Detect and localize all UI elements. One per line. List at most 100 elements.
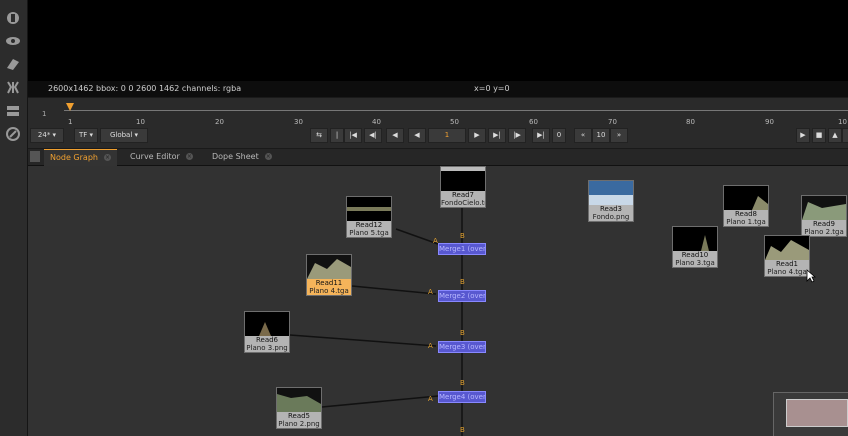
play-backward-icon[interactable]: ◀ (408, 128, 426, 143)
node-name: Read10 (681, 251, 709, 259)
timeline-ruler[interactable] (64, 110, 848, 111)
tick-label: 60 (529, 118, 538, 126)
scope-select[interactable]: Global ▾ (100, 128, 148, 143)
edge-button-icon[interactable] (842, 128, 848, 143)
close-icon[interactable]: × (185, 153, 193, 160)
tick-label: 10 (838, 118, 847, 126)
eye-tool-icon[interactable] (5, 33, 21, 49)
skip-back-icon[interactable]: « (574, 128, 592, 143)
timeline-bar: 1 1 10 20 30 40 50 60 70 80 90 10 24* ▾ … (28, 98, 848, 148)
thumbnail-image (724, 186, 768, 210)
read-node-read3[interactable]: Read3 Fondo.png (588, 180, 634, 222)
thumbnail-image (673, 227, 717, 251)
tick-label: 1 (68, 118, 73, 126)
playhead-marker[interactable] (66, 103, 74, 111)
input-pin-b[interactable]: B (460, 329, 465, 337)
node-name: Read1 (775, 260, 799, 268)
tick-label: 90 (765, 118, 774, 126)
input-pin-a[interactable]: A (428, 288, 433, 296)
node-file: Plano 1.tga (726, 218, 766, 226)
filter-tool-icon[interactable] (5, 126, 21, 142)
channel-tool-icon[interactable] (5, 79, 21, 95)
skip-amount-field[interactable]: 10 (592, 128, 610, 143)
next-keyframe-icon[interactable]: |▶ (508, 128, 526, 143)
node-name: Read8 (734, 210, 758, 218)
node-graph-canvas[interactable]: Read7 FondoCielo.tga Read12 Plano 5.tga … (28, 166, 848, 436)
node-name: Read5 (287, 412, 311, 420)
input-pin-a[interactable]: A (428, 395, 433, 403)
close-icon[interactable]: × (103, 154, 111, 161)
image-format-info: 2600x1462 bbox: 0 0 2600 1462 channels: … (48, 84, 242, 93)
thumbnail-image (347, 197, 391, 221)
panel-menu-icon[interactable] (30, 151, 40, 162)
node-file: Plano 4.tga (309, 287, 349, 295)
paint-tool-icon[interactable] (5, 56, 21, 72)
loop-mode-icon[interactable]: ⇆ (310, 128, 328, 143)
prev-keyframe-icon[interactable]: ◀| (364, 128, 382, 143)
thumbnail-image (802, 196, 846, 220)
tab-label: Curve Editor (130, 152, 180, 161)
read-node-read11[interactable]: Read11 Plano 4.tga (306, 254, 352, 296)
fps-value: 24* (37, 131, 51, 139)
read-node-read1[interactable]: Read1 Plano 4.tga (764, 235, 810, 277)
thumbnail-image (441, 167, 485, 191)
input-pin-b[interactable]: B (460, 426, 465, 434)
step-back-icon[interactable]: ◀ (386, 128, 404, 143)
play-forward-icon[interactable]: ▶ (468, 128, 486, 143)
close-icon[interactable]: × (264, 153, 272, 160)
merge-node-merge1[interactable]: Merge1 (over) (438, 243, 486, 255)
read-node-read10[interactable]: Read10 Plano 3.tga (672, 226, 718, 268)
node-file: Plano 5.tga (349, 229, 389, 237)
node-name: Read9 (812, 220, 836, 228)
panel-tab-bar: Node Graph × Curve Editor × Dope Sheet × (28, 149, 848, 166)
tf-select[interactable]: TF ▾ (74, 128, 98, 143)
tab-label: Dope Sheet (212, 152, 259, 161)
read-node-read12[interactable]: Read12 Plano 5.tga (346, 196, 392, 238)
tick-label: 30 (294, 118, 303, 126)
in-point-icon[interactable]: | (330, 128, 344, 143)
read-node-read5[interactable]: Read5 Plano 2.png (276, 387, 322, 429)
read-node-read7[interactable]: Read7 FondoCielo.tga (440, 166, 486, 208)
thumbnail-image (307, 255, 351, 279)
color-tool-icon[interactable] (5, 103, 21, 119)
read-node-read6[interactable]: Read6 Plano 3.png (244, 311, 290, 353)
tick-label: 40 (372, 118, 381, 126)
minimap-panel[interactable] (773, 392, 848, 436)
current-frame-field[interactable]: 1 (428, 128, 466, 143)
input-pin-b[interactable]: B (460, 379, 465, 387)
node-name: Read12 (355, 221, 383, 229)
read-node-read8[interactable]: Read8 Plano 1.tga (723, 185, 769, 227)
merge-node-merge4[interactable]: Merge4 (over) (438, 391, 486, 403)
out-point-field[interactable]: 0 (552, 128, 566, 143)
node-file: Plano 2.png (278, 420, 320, 428)
tab-curve-editor[interactable]: Curve Editor × (124, 149, 199, 165)
tab-label: Node Graph (50, 153, 98, 162)
frame-start-field[interactable]: 1 (42, 110, 46, 118)
cursor-coords: x=0 y=0 (474, 84, 510, 93)
merge-node-merge3[interactable]: Merge3 (over) (438, 341, 486, 353)
input-pin-a[interactable]: A (433, 237, 438, 245)
read-node-read9[interactable]: Read9 Plano 2.tga (801, 195, 847, 237)
minimap-viewport[interactable] (786, 399, 848, 427)
flipbook-icon[interactable]: ▶ (796, 128, 810, 143)
fps-select[interactable]: 24* ▾ (30, 128, 64, 143)
go-to-start-icon[interactable]: |◀ (344, 128, 362, 143)
input-pin-a[interactable]: A (428, 342, 433, 350)
go-to-end-icon[interactable]: ▶| (532, 128, 550, 143)
input-pin-b[interactable]: B (460, 278, 465, 286)
tick-label: 10 (136, 118, 145, 126)
viewer-canvas[interactable] (28, 0, 848, 81)
thumbnail-image (589, 181, 633, 205)
node-name: Read6 (255, 336, 279, 344)
input-pin-b[interactable]: B (460, 232, 465, 240)
tab-dope-sheet[interactable]: Dope Sheet × (206, 149, 278, 165)
image-tool-icon[interactable] (5, 10, 21, 26)
step-forward-icon[interactable]: ▶| (488, 128, 506, 143)
thumbnail-image (765, 236, 809, 260)
skip-forward-icon[interactable]: » (610, 128, 628, 143)
lock-icon[interactable]: ▲ (828, 128, 842, 143)
merge-node-merge2[interactable]: Merge2 (over) (438, 290, 486, 302)
node-name: Read3 (599, 205, 623, 213)
render-icon[interactable]: ■ (812, 128, 826, 143)
tab-node-graph[interactable]: Node Graph × (44, 149, 117, 166)
